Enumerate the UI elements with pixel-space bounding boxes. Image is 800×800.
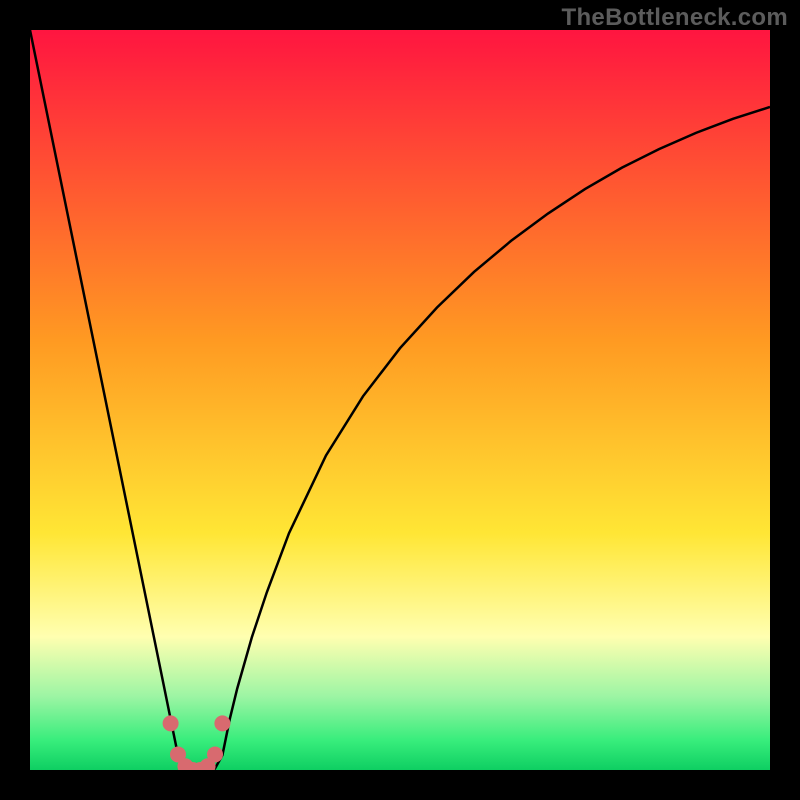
optimal-dot bbox=[163, 715, 179, 731]
chart-background bbox=[30, 30, 770, 770]
optimal-dot bbox=[207, 746, 223, 762]
optimal-dot bbox=[214, 715, 230, 731]
chart-frame: TheBottleneck.com bbox=[0, 0, 800, 800]
watermark-text: TheBottleneck.com bbox=[562, 4, 788, 32]
bottleneck-chart bbox=[30, 30, 770, 770]
